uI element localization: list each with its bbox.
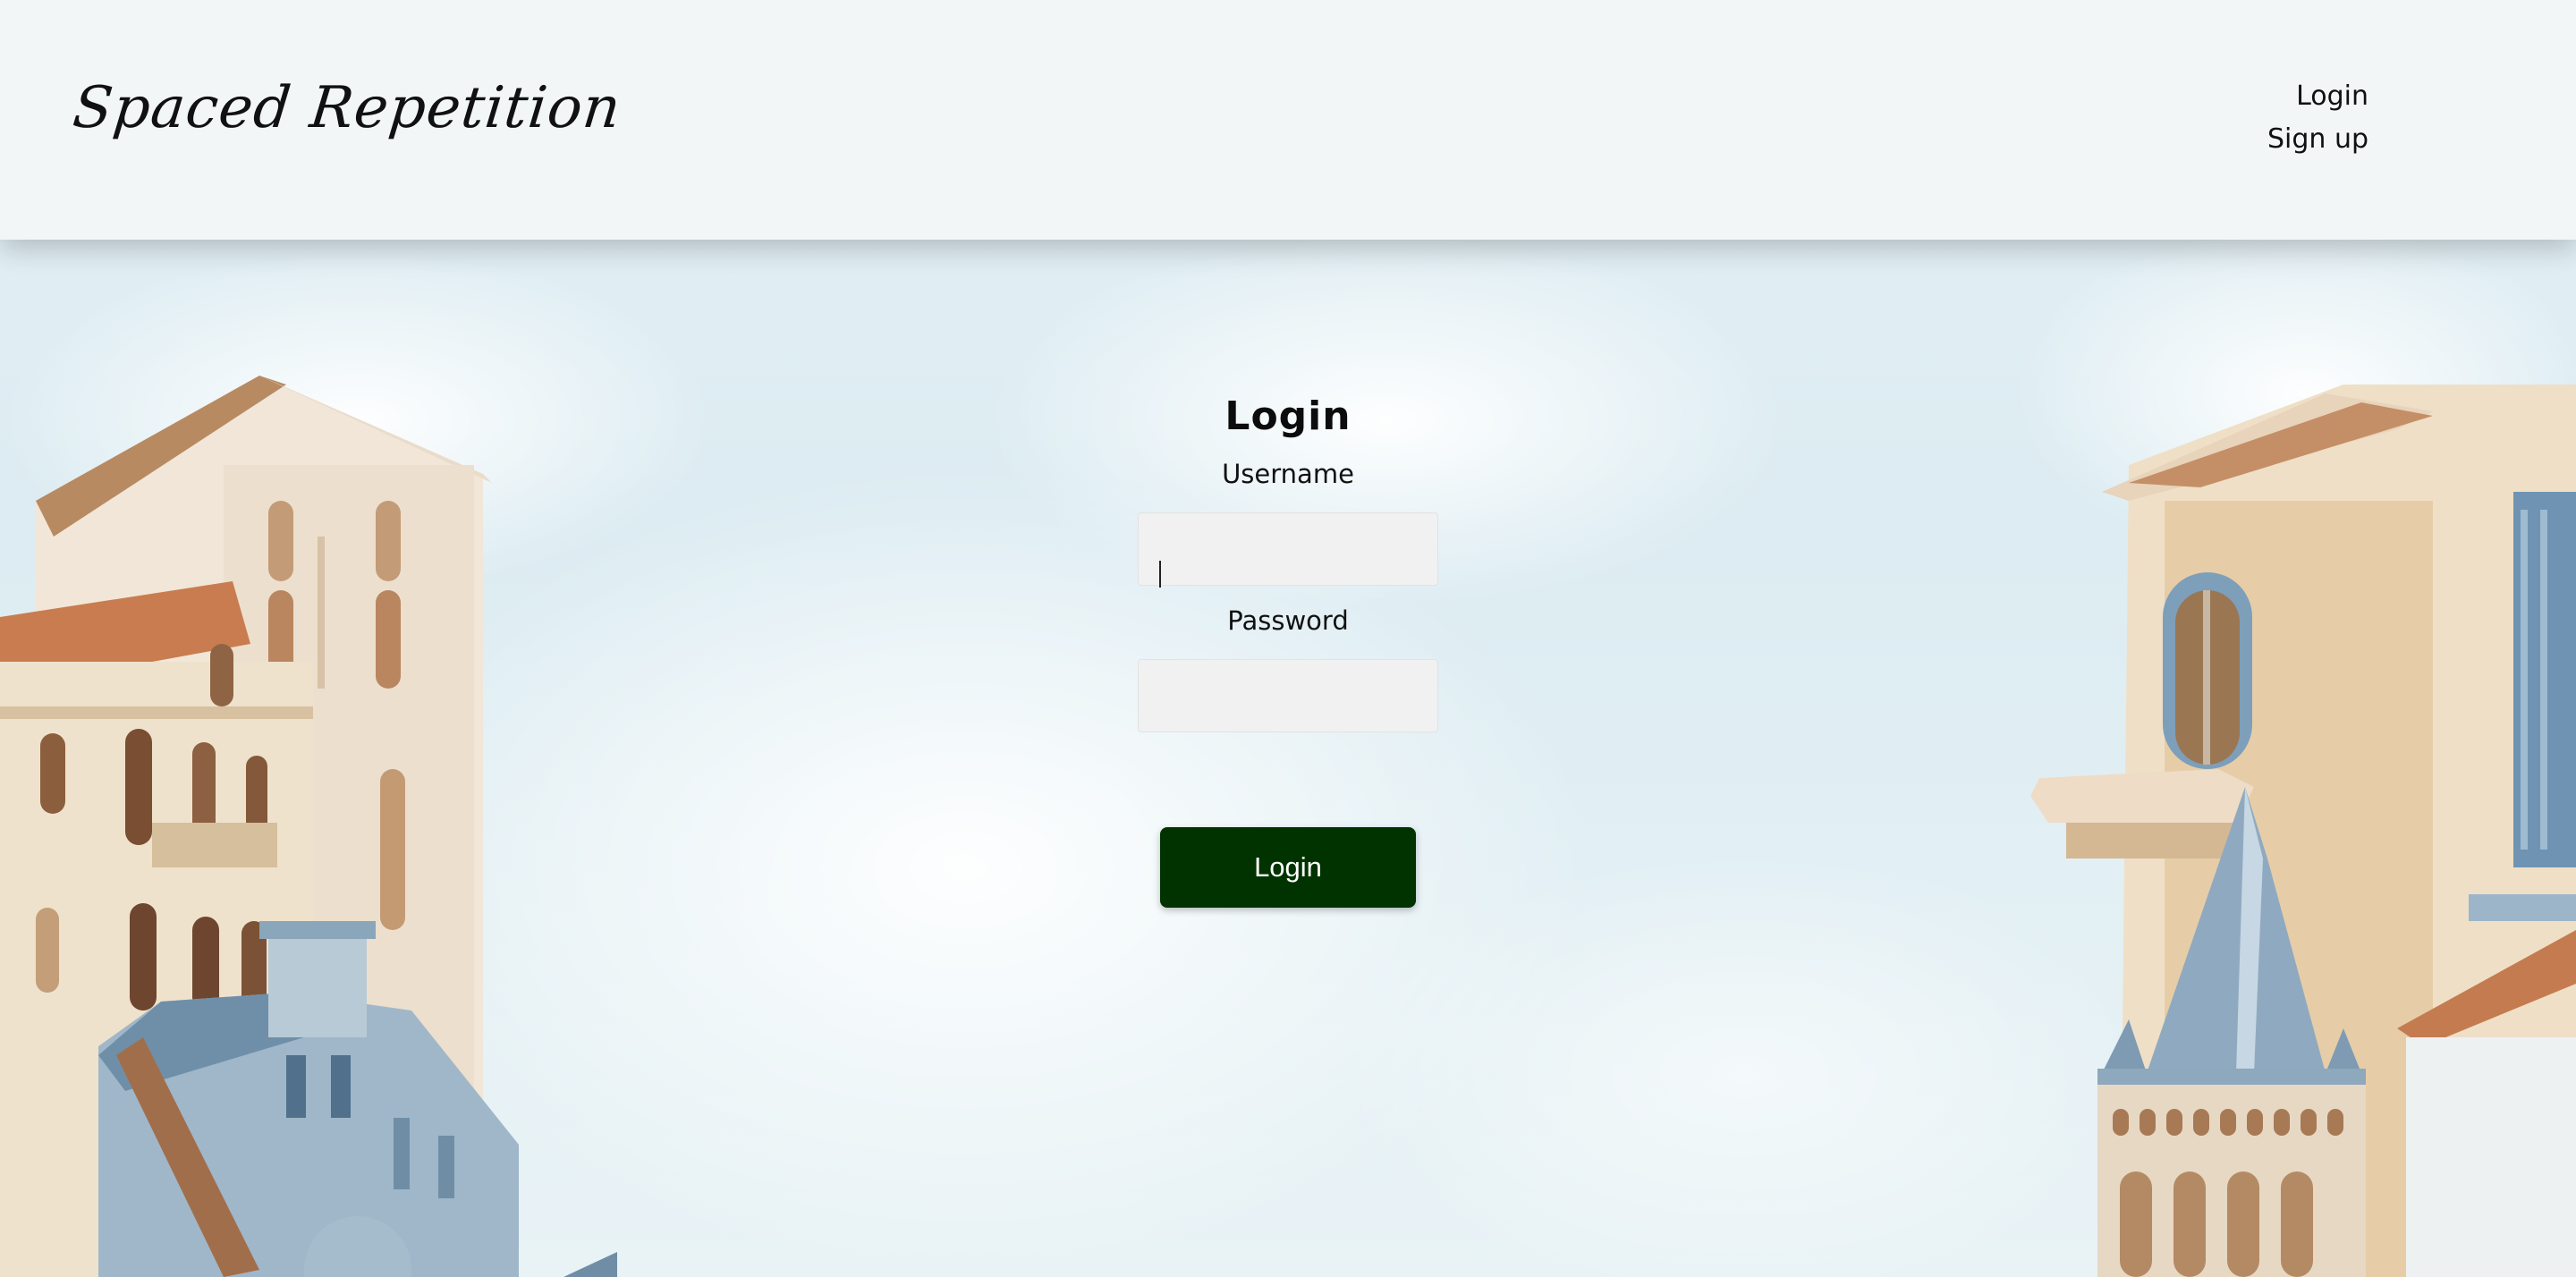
- username-input[interactable]: [1138, 512, 1438, 586]
- password-label: Password: [1227, 605, 1349, 636]
- nav-signup-link[interactable]: Sign up: [2267, 118, 2368, 161]
- form-title: Login: [1224, 393, 1352, 439]
- nav-login-link[interactable]: Login: [2267, 75, 2368, 118]
- password-input[interactable]: [1138, 659, 1438, 732]
- username-label: Username: [1222, 459, 1354, 489]
- login-submit-button[interactable]: Login: [1160, 827, 1416, 908]
- login-page: Spaced Repetition Login Sign up Login Us…: [0, 0, 2576, 1277]
- login-form: Login Username Password Login: [1138, 393, 1438, 908]
- username-field-wrap: [1138, 512, 1438, 588]
- app-logo[interactable]: Spaced Repetition: [70, 75, 624, 141]
- top-navbar: Spaced Repetition Login Sign up: [0, 0, 2576, 240]
- text-caret: [1159, 561, 1161, 588]
- nav-links: Login Sign up: [2267, 75, 2368, 161]
